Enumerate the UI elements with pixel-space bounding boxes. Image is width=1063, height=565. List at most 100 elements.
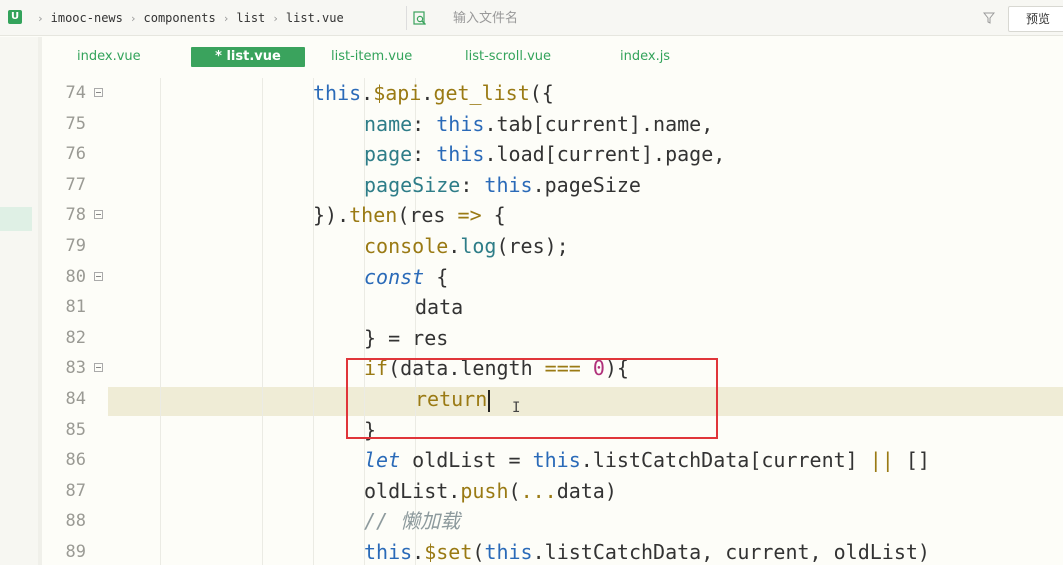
code-token: this <box>313 81 362 105</box>
code-token: . <box>580 448 593 473</box>
code-token: then <box>349 203 398 228</box>
code-token: this <box>484 540 533 564</box>
tab-index-vue[interactable]: index.vue <box>77 47 157 67</box>
code-token: { <box>481 203 506 228</box>
code-text[interactable]: data <box>415 292 463 322</box>
code-line[interactable]: 80 const { <box>42 262 1063 292</box>
code-token: ( <box>508 478 521 503</box>
line-number: 74 <box>65 83 86 103</box>
code-token: this <box>436 142 485 167</box>
code-line[interactable]: 79 console.log(res); <box>42 231 1063 261</box>
code-line[interactable]: 86 let oldList = this.listCatchData[curre… <box>42 445 1063 475</box>
file-search <box>406 6 1000 30</box>
breadcrumb-item-file[interactable]: list.vue <box>286 11 344 25</box>
code-line[interactable]: 87 oldList.push(...data) <box>42 476 1063 506</box>
fold-toggle-icon[interactable] <box>94 210 103 220</box>
editor-tab-bar: index.vue * list.vue list-item.vue list-… <box>42 44 1063 70</box>
code-token: $api <box>373 81 422 105</box>
code-text[interactable]: const { <box>364 262 448 292</box>
code-line[interactable]: 89 this.$set(this.listCatchData, current,… <box>42 537 1063 565</box>
code-text[interactable]: name: this.tab[current].name, <box>364 109 713 139</box>
fold-toggle-icon[interactable] <box>94 88 103 97</box>
top-bar: U › imooc-news › components › list › lis… <box>0 0 1063 36</box>
line-number: 77 <box>65 174 86 195</box>
code-token: (res <box>397 203 458 228</box>
code-text[interactable]: this.$api.get_list({ <box>313 78 554 108</box>
code-token: . <box>484 111 497 136</box>
code-token: // 懒加载 <box>364 509 461 534</box>
code-token: (res); <box>496 234 569 258</box>
code-token: name <box>364 111 413 136</box>
code-token: || <box>869 448 894 473</box>
gutter-highlight <box>0 207 32 231</box>
code-token: { <box>424 264 449 289</box>
breadcrumb-item-list[interactable]: list <box>236 11 265 25</box>
code-token: this <box>484 172 533 197</box>
code-token: data) <box>556 478 617 503</box>
code-line[interactable]: 78}).then(res => { <box>42 200 1063 230</box>
code-token: this <box>436 111 485 136</box>
filter-icon[interactable] <box>983 12 995 24</box>
app-logo-icon: U <box>8 10 22 24</box>
tab-list-scroll-vue[interactable]: list-scroll.vue <box>465 47 585 67</box>
tab-index-js[interactable]: index.js <box>620 47 690 67</box>
line-number: 89 <box>65 542 86 562</box>
code-text[interactable]: // 懒加载 <box>364 506 460 536</box>
chevron-right-icon: › <box>37 11 44 25</box>
code-token: tab[current] <box>496 111 641 136</box>
search-input[interactable] <box>453 8 973 28</box>
chevron-right-icon: › <box>272 11 279 25</box>
code-text[interactable]: oldList.push(...data) <box>364 476 617 506</box>
code-line[interactable]: 77 pageSize: this.pageSize <box>42 170 1063 200</box>
code-editor[interactable]: 74 this.$api.get_list({75 name: this.tab[c… <box>42 78 1063 565</box>
code-token: console <box>364 234 449 258</box>
code-text[interactable]: }).then(res => { <box>313 200 506 230</box>
code-token: pageSize <box>544 172 641 197</box>
code-line[interactable]: 75 name: this.tab[current].name, <box>42 109 1063 139</box>
line-number: 82 <box>65 327 86 348</box>
fold-toggle-icon[interactable] <box>94 363 103 373</box>
code-text[interactable]: pageSize: this.pageSize <box>364 170 641 200</box>
code-line[interactable]: 82 } = res <box>42 323 1063 353</box>
code-token: ({ <box>529 81 554 105</box>
line-number: 88 <box>65 511 86 532</box>
breadcrumb: › imooc-news › components › list › list.… <box>30 10 344 26</box>
code-token: ( <box>472 540 485 564</box>
code-text[interactable]: } = res <box>364 323 448 353</box>
code-token: name, <box>653 111 714 136</box>
tab-list-vue[interactable]: * list.vue <box>191 47 305 67</box>
code-text[interactable]: console.log(res); <box>364 231 569 261</box>
code-token: let <box>364 448 401 473</box>
line-number: 81 <box>65 297 86 318</box>
code-token: . <box>448 478 461 503</box>
code-line[interactable]: 74 this.$api.get_list({ <box>42 78 1063 108</box>
chevron-right-icon: › <box>222 11 230 25</box>
line-number: 76 <box>65 144 86 165</box>
line-number: 79 <box>65 236 86 256</box>
code-text[interactable]: let oldList = this.listCatchData[current… <box>364 445 930 475</box>
code-token: page, <box>665 142 726 167</box>
code-token: this <box>532 448 581 473</box>
code-token: oldList <box>364 478 449 503</box>
code-token: . <box>532 540 545 564</box>
breadcrumb-item-components[interactable]: components <box>144 11 216 25</box>
chevron-right-icon: › <box>129 11 137 25</box>
code-token: page <box>364 142 413 167</box>
tab-list-item-vue[interactable]: list-item.vue <box>331 47 441 67</box>
code-text[interactable]: page: this.load[current].page, <box>364 139 725 169</box>
code-line[interactable]: 88 // 懒加载 <box>42 506 1063 536</box>
code-token: : <box>412 142 437 167</box>
code-token: const <box>364 264 425 289</box>
fold-toggle-icon[interactable] <box>94 271 103 281</box>
preview-button[interactable]: 预览 <box>1008 6 1063 32</box>
code-text[interactable]: this.$set(this.listCatchData, current, o… <box>364 537 930 565</box>
code-line[interactable]: 81 data <box>42 292 1063 322</box>
code-token: $set <box>424 540 473 564</box>
code-token: listCatchData, current, oldList) <box>544 540 930 564</box>
code-token: . <box>421 81 434 105</box>
breadcrumb-item-project[interactable]: imooc-news <box>51 11 123 25</box>
code-token: push <box>460 478 509 503</box>
code-token: ... <box>520 478 557 503</box>
code-token: . <box>653 142 666 167</box>
code-line[interactable]: 76 page: this.load[current].page, <box>42 139 1063 169</box>
